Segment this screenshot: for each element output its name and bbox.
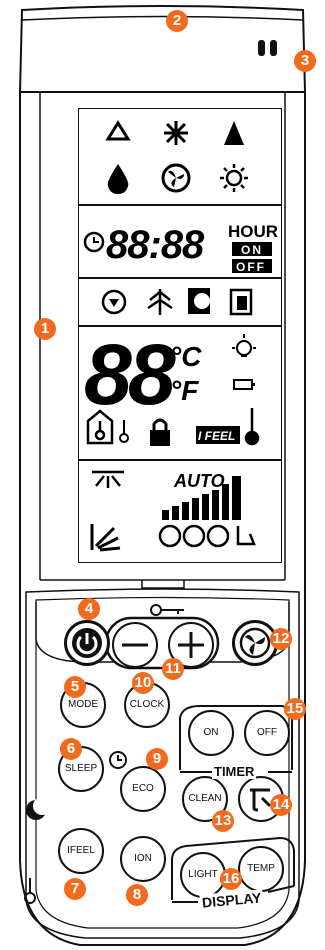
thermometer-icon xyxy=(24,878,36,904)
timer-on-button[interactable]: ON xyxy=(188,710,234,756)
key-lock-icon xyxy=(150,604,184,616)
light-button[interactable]: LIGHT xyxy=(180,852,226,898)
callout-16: 16 xyxy=(220,868,242,890)
callout-3: 3 xyxy=(294,50,316,72)
callout-1: 1 xyxy=(34,318,56,340)
fan-icon xyxy=(239,627,271,659)
power-icon xyxy=(72,628,102,658)
power-button[interactable] xyxy=(64,620,110,666)
temp-display-button[interactable]: TEMP xyxy=(238,846,284,892)
callout-11: 11 xyxy=(162,658,184,680)
callout-14: 14 xyxy=(270,794,292,816)
callout-4: 4 xyxy=(78,598,100,620)
timer-clock-icon xyxy=(109,751,127,769)
callout-9: 9 xyxy=(146,748,168,770)
temp-down-button[interactable] xyxy=(112,622,158,668)
moon-icon xyxy=(26,797,51,820)
callout-13: 13 xyxy=(212,810,234,832)
callout-6: 6 xyxy=(60,738,82,760)
callout-5: 5 xyxy=(64,676,86,698)
callout-7: 7 xyxy=(64,878,86,900)
eco-button[interactable]: ECO xyxy=(120,766,166,812)
callout-8: 8 xyxy=(126,884,148,906)
minus-icon xyxy=(122,643,148,647)
callout-12: 12 xyxy=(270,628,292,650)
callout-2: 2 xyxy=(166,10,188,32)
timer-off-button[interactable]: OFF xyxy=(244,710,290,756)
timer-group-label: TIMER xyxy=(212,764,257,779)
callout-10: 10 xyxy=(132,672,154,694)
callout-15: 15 xyxy=(284,698,306,720)
ifeel-button[interactable]: IFEEL xyxy=(58,828,104,874)
ion-button[interactable]: ION xyxy=(120,836,166,882)
